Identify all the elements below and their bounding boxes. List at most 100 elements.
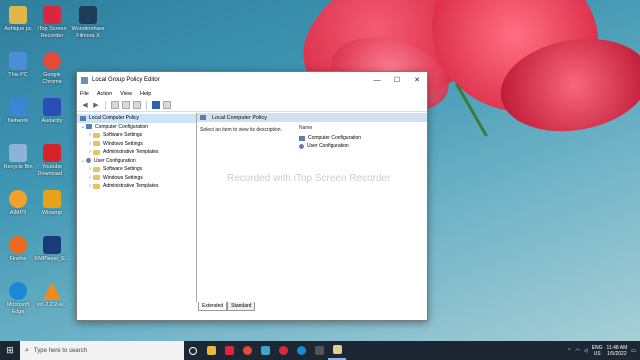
desktop-icon-firefox[interactable]: Firefox (0, 236, 36, 263)
tab-extended[interactable]: Extended (198, 302, 228, 311)
menu-help[interactable]: Help (140, 91, 151, 97)
desktop-icon-network[interactable]: Network (0, 98, 36, 125)
desktop-icon-label: Microsoft Edge (6, 302, 30, 315)
folder-icon (93, 183, 100, 189)
desktop-icon-label: This PC (8, 72, 28, 78)
desktop-icon-ashique-pc[interactable]: Ashique pc (0, 6, 36, 33)
recorder-watermark: Recorded with iTop Screen Recorder (227, 173, 391, 184)
forward-arrow-icon[interactable]: ▶ (92, 101, 100, 109)
tree-item-user-windows-settings[interactable]: › Windows Settings (77, 174, 196, 183)
search-placeholder: Type here to search (33, 347, 87, 354)
file-explorer-icon[interactable] (202, 341, 220, 360)
aimp-icon (9, 190, 27, 208)
region-code: US (593, 350, 601, 357)
desktop-icon-itop-screen-recorder[interactable]: iTop Screen Recorder (34, 6, 70, 39)
language-code: ENG (591, 344, 603, 351)
desktop-icon-label: AIMP3 (9, 210, 27, 216)
filmora-icon[interactable] (256, 341, 274, 360)
title-bar[interactable]: Local Group Policy Editor — ☐ ✕ (77, 72, 427, 88)
export-list-icon[interactable] (133, 101, 141, 109)
taskbar: ⊞ ⌕ Type here to search ⌃ ◠ ◁ ENG US 11:… (0, 341, 640, 360)
list-item-computer-configuration[interactable]: Computer Configuration (299, 134, 361, 142)
edge-icon[interactable] (292, 341, 310, 360)
folder-icon (9, 6, 27, 24)
toolbar: ◀ ▶ (77, 99, 427, 112)
show-hide-tree-icon[interactable] (111, 101, 119, 109)
task-view-icon[interactable] (184, 341, 202, 360)
taskbar-search[interactable]: ⌕ Type here to search (20, 341, 184, 360)
desktop-icon-recycle-bin[interactable]: Recycle Bin (0, 144, 36, 171)
system-tray: ⌃ ◠ ◁ ENG US 11:48 AM 1/5/2022 ▭ (567, 345, 640, 357)
maximize-button[interactable]: ☐ (387, 72, 407, 88)
network-icon (9, 98, 27, 116)
desktop-icon-label: Youtube Download... (37, 164, 67, 177)
minimize-button[interactable]: — (367, 72, 387, 88)
search-icon: ⌕ (25, 346, 29, 354)
list-item-label: Computer Configuration (308, 135, 362, 141)
tree-item-user-administrative-templates[interactable]: › Administrative Templates (77, 182, 196, 191)
list-item-user-configuration[interactable]: User Configuration (299, 142, 361, 150)
desktop-icon-aimp3[interactable]: AIMP3 (0, 190, 36, 217)
store-icon[interactable] (310, 341, 328, 360)
details-list: Name Computer Configuration User Configu… (299, 125, 361, 150)
tree-item-computer-administrative-templates[interactable]: › Administrative Templates (77, 148, 196, 157)
desktop-icon-chrome[interactable]: Google Chrome (34, 52, 70, 85)
folder-icon (93, 141, 100, 147)
properties-icon[interactable] (122, 101, 130, 109)
tree-item-label: Administrative Templates (103, 183, 159, 190)
tree-item-label: Software Settings (103, 132, 143, 139)
clock-date: 1/5/2022 (607, 350, 627, 357)
tree-item-user-software-settings[interactable]: › Software Settings (77, 165, 196, 174)
toolbar-separator (105, 100, 106, 110)
tree-item-computer-software-settings[interactable]: › Software Settings (77, 131, 196, 140)
desktop-icon-label: iTop Screen Recorder (37, 26, 67, 39)
menu-view[interactable]: View (120, 91, 132, 97)
clock[interactable]: 11:48 AM 1/5/2022 (607, 345, 628, 357)
back-arrow-icon[interactable]: ◀ (81, 101, 89, 109)
folder-icon (93, 149, 100, 155)
desktop-icon-label: Network (7, 118, 29, 124)
desktop-icon-youtube-downloader[interactable]: Youtube Download... (34, 144, 70, 177)
tree-item-computer-windows-settings[interactable]: › Windows Settings (77, 140, 196, 149)
chrome-icon[interactable] (238, 341, 256, 360)
computer-icon (9, 52, 27, 70)
desktop-icon-audacity[interactable]: Audacity (34, 98, 70, 125)
tree-item-label: Windows Settings (103, 174, 143, 181)
folder-icon (93, 175, 100, 181)
vlc-icon (43, 282, 61, 300)
content-area: Local Computer Policy ⌄ Computer Configu… (77, 113, 427, 302)
tree-item-computer-configuration[interactable]: ⌄ Computer Configuration (77, 123, 196, 132)
desktop-icon-winamp[interactable]: Winamp (34, 190, 70, 217)
desktop-icon-filmora[interactable]: Wondershare Filmora X (70, 6, 106, 39)
kmplayer-icon (43, 236, 61, 254)
tree-item-user-configuration[interactable]: ⌄ User Configuration (77, 157, 196, 166)
menu-action[interactable]: Action (97, 91, 112, 97)
tab-standard[interactable]: Standard (227, 302, 256, 311)
policy-icon (80, 115, 86, 121)
list-item-label: User Configuration (307, 143, 349, 149)
menu-file[interactable]: File (80, 91, 89, 97)
desktop-icon-label: Wondershare Filmora X (71, 26, 105, 39)
filter-icon[interactable] (163, 101, 171, 109)
wifi-icon[interactable]: ◠ (575, 348, 579, 354)
column-header-name[interactable]: Name (299, 125, 361, 131)
help-icon[interactable] (152, 101, 160, 109)
tree-item-local-computer-policy[interactable]: Local Computer Policy (77, 114, 196, 123)
recorder-icon[interactable] (274, 341, 292, 360)
desktop-icon-label: KMPlayer_E... (34, 256, 70, 262)
desktop-icon-kmplayer[interactable]: KMPlayer_E... (34, 236, 70, 263)
desktop-icon-this-pc[interactable]: This PC (0, 52, 36, 79)
tray-arrow-icon[interactable]: ⌃ (567, 348, 571, 354)
windows-start-icon[interactable]: ⊞ (0, 341, 20, 360)
itop-recorder-icon[interactable] (220, 341, 238, 360)
details-header: Local Computer Policy (197, 113, 427, 122)
language-indicator[interactable]: ENG US (592, 345, 603, 357)
volume-icon[interactable]: ◁ (584, 348, 588, 354)
folder-icon (93, 132, 100, 138)
gpedit-icon[interactable] (328, 341, 346, 360)
desktop-icon-edge[interactable]: Microsoft Edge (0, 282, 36, 315)
notification-icon[interactable]: ▭ (631, 348, 636, 354)
close-button[interactable]: ✕ (407, 72, 427, 88)
desktop-icon-vlc[interactable]: vlc-2.2.2-w... (34, 282, 70, 309)
folder-icon (93, 166, 100, 172)
